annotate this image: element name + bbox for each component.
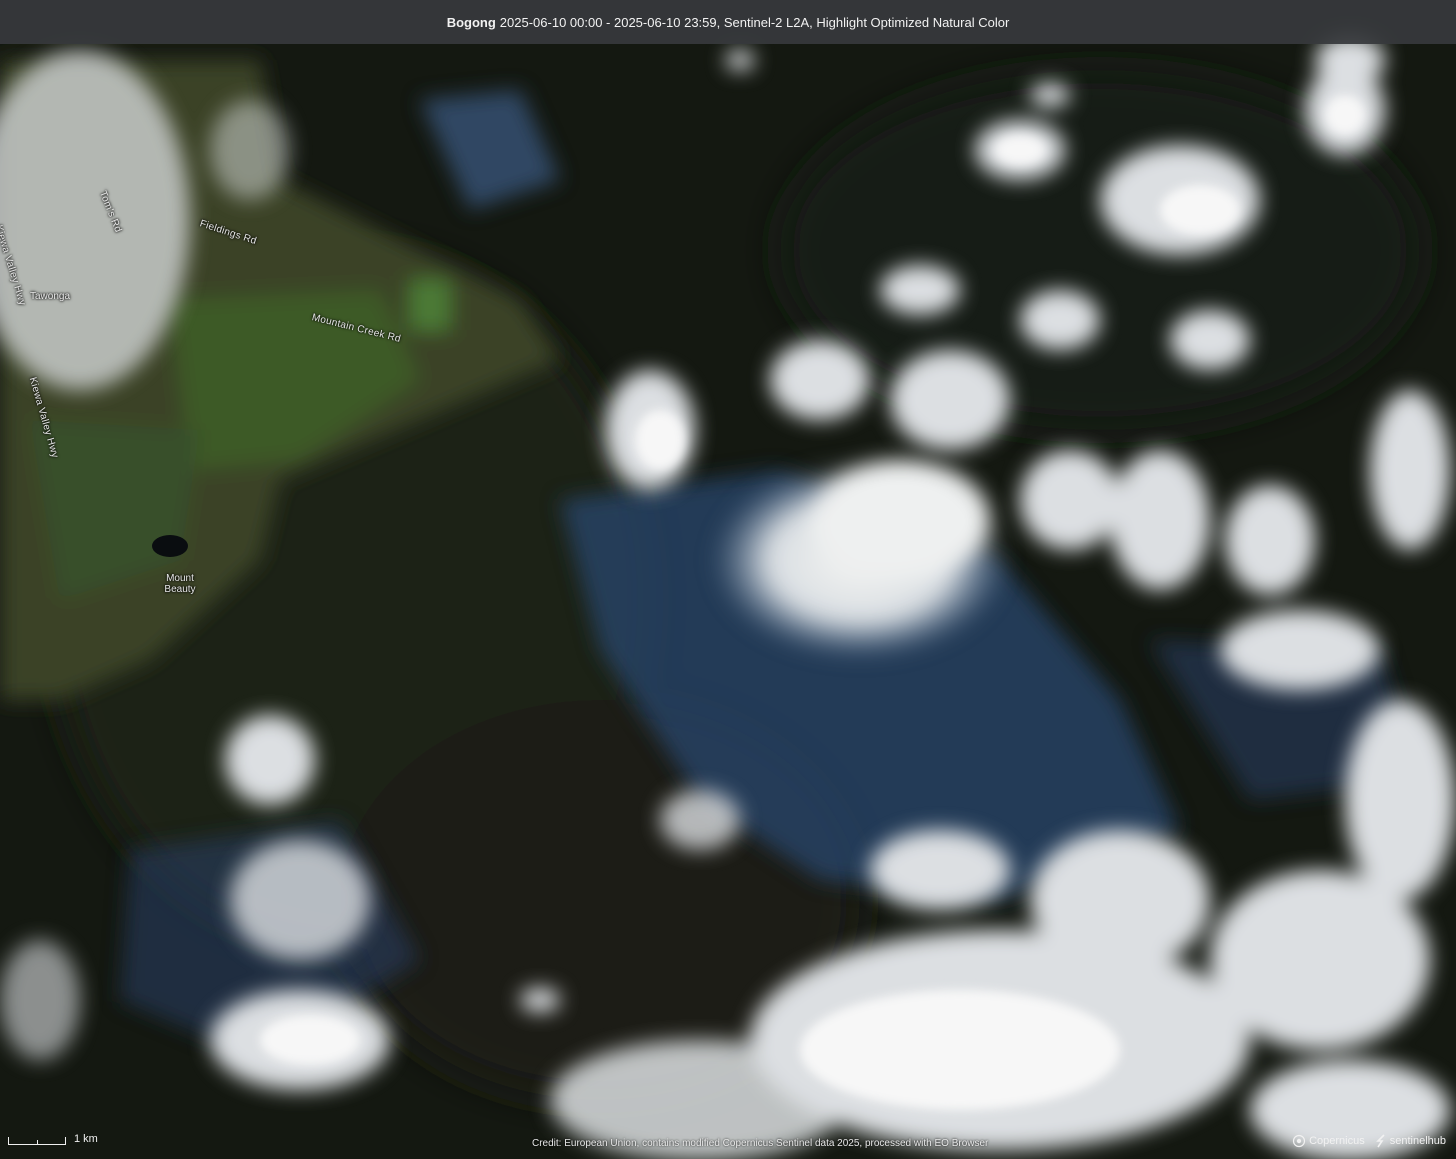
satellite-image[interactable] [0, 0, 1456, 1159]
copernicus-logo: Copernicus [1292, 1134, 1365, 1148]
scale-bar-label: 1 km [74, 1133, 98, 1145]
location-name: Bogong [446, 14, 496, 30]
sentinelhub-logo-text: sentinelhub [1389, 1135, 1446, 1147]
place-label-tawonga: Tawonga [30, 291, 71, 302]
copernicus-logo-text: Copernicus [1309, 1135, 1365, 1147]
place-label-mount-beauty: Mount Beauty [164, 573, 196, 595]
sentinelhub-logo: sentinelhub [1375, 1134, 1446, 1148]
image-title-bar: Bogong 2025-06-10 00:00 - 2025-06-10 23:… [0, 0, 1456, 44]
scale-bar: 1 km [8, 1133, 98, 1145]
credit-text: Credit: European Union, contains modifie… [532, 1138, 989, 1149]
acquisition-details: 2025-06-10 00:00 - 2025-06-10 23:59, Sen… [499, 14, 1010, 30]
copernicus-icon [1292, 1134, 1306, 1148]
sentinelhub-icon [1375, 1134, 1385, 1148]
provider-logos: Copernicus sentinelhub [1282, 1134, 1446, 1148]
scale-bar-graphic [8, 1137, 66, 1145]
